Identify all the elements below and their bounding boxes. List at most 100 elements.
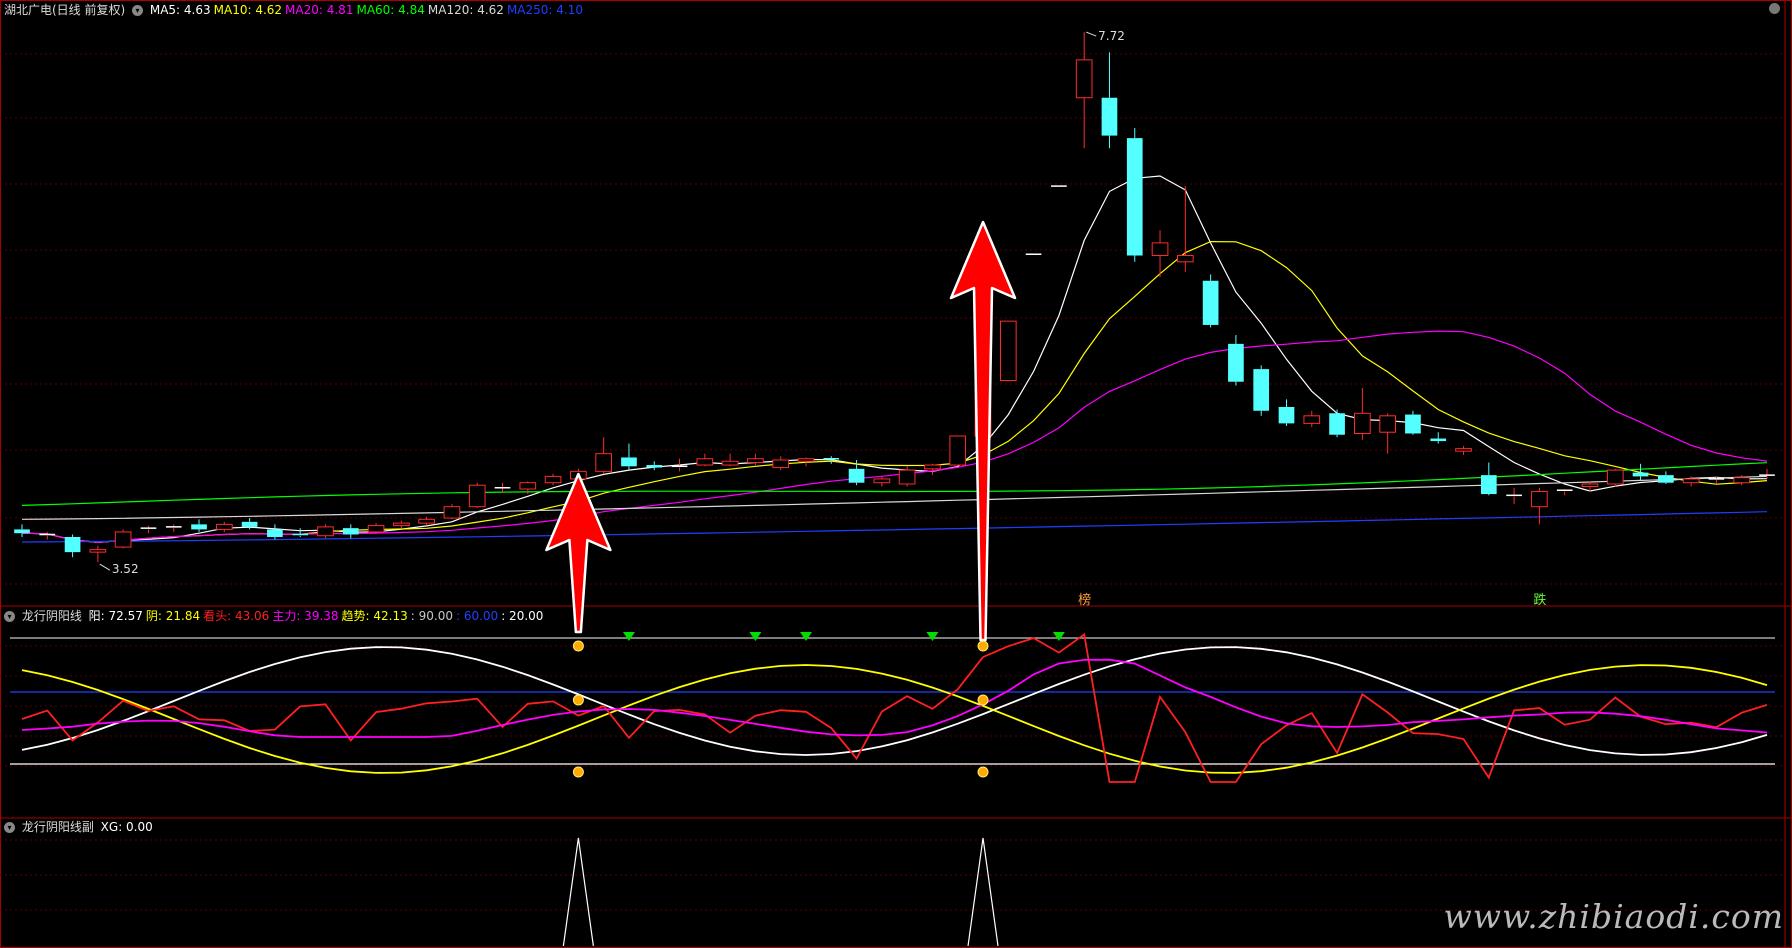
sell-triangle [926, 632, 939, 641]
candle [1151, 230, 1169, 277]
candle-body [519, 482, 537, 490]
candle-body [1075, 59, 1093, 99]
candle [999, 320, 1017, 381]
candle [873, 476, 891, 487]
candlesticks [14, 32, 1775, 563]
watermark-text: www.zhibiaodi.com [1443, 897, 1784, 936]
indicator-title: 龙行阴阳线 [21, 609, 82, 623]
candle-body [1733, 477, 1751, 484]
candle [1126, 128, 1143, 262]
candle-body [797, 458, 815, 462]
main-legend: 湖北广电(日线 前复权) ▾ MA5: 4.63 MA10: 4.62 MA20: … [4, 1, 589, 19]
candle [949, 435, 967, 466]
candle-body [1228, 343, 1244, 382]
main-title: 湖北广电(日线 前复权) [4, 3, 126, 17]
sub-toggle-icon[interactable]: ▾ [4, 822, 15, 833]
ma-legend-item-3: MA60: 4.84 [356, 3, 425, 17]
candle [140, 525, 157, 534]
main-toggle-icon[interactable]: ▾ [132, 5, 144, 16]
candle [1455, 446, 1472, 455]
ma-legend-item-4: MA120: 4.62 [427, 3, 504, 17]
candle-body [1606, 469, 1624, 485]
indicator-value-4: 趋势: 42.13 [341, 609, 408, 623]
candle [1176, 186, 1194, 272]
candle [393, 520, 410, 529]
candle [1278, 399, 1295, 426]
candle [443, 504, 461, 520]
candle-body [267, 529, 283, 537]
sub-indicator-lines [562, 837, 999, 947]
candle [1329, 409, 1345, 438]
candle [621, 443, 637, 471]
candle [1101, 52, 1118, 149]
candle-body [1581, 483, 1599, 487]
indicator-value-1: 阴: 21.84 [145, 609, 201, 623]
candle-body [1278, 406, 1295, 424]
candle-body [14, 529, 30, 534]
candle [292, 528, 309, 537]
candle-body [1405, 414, 1421, 434]
signal-dot [572, 766, 584, 778]
candle [1632, 463, 1649, 481]
low-pointer [99, 563, 111, 571]
indicator-toggle-icon[interactable]: ▾ [4, 611, 15, 622]
indicator-series-line [21, 658, 1768, 738]
candle [1228, 335, 1244, 386]
candle-body [89, 549, 107, 553]
up-arrow-icon [545, 472, 612, 634]
candle [14, 524, 30, 537]
indicator-series-line [21, 646, 1768, 756]
candle-body [848, 468, 865, 483]
indicator-value-2: 看头: 43.06 [203, 609, 270, 623]
candle-body [747, 458, 764, 464]
high-pointer [1085, 31, 1097, 37]
candle-body [367, 525, 385, 533]
candle [646, 461, 663, 471]
candle [1303, 410, 1321, 428]
indicator-series-line [21, 664, 1768, 774]
close-icon[interactable] [1769, 3, 1780, 14]
signal-dot [977, 766, 989, 778]
chart-grid [0, 0, 1792, 948]
candle-body [241, 521, 258, 527]
indicator-value-7: : 20.00 [501, 609, 544, 623]
candle [89, 545, 107, 563]
candle-body [1176, 255, 1194, 263]
candle-body [1354, 412, 1371, 434]
moving-average-lines [21, 175, 1768, 544]
candle-body [544, 475, 562, 484]
candle [1379, 413, 1396, 454]
candle [215, 521, 233, 532]
sell-triangle [799, 632, 812, 641]
candle [1405, 410, 1421, 435]
candle-body [1379, 415, 1396, 433]
signal-dot [572, 640, 584, 652]
indicator-series-line [21, 632, 1768, 783]
candle-body [949, 435, 967, 466]
candle-body [1303, 415, 1321, 424]
candle [1202, 274, 1219, 328]
candle [1556, 489, 1573, 496]
ma5-line [21, 175, 1768, 544]
candle-body [646, 465, 663, 468]
indicator-legend: ▾ 龙行阴阳线 阳: 72.57 阴: 21.84 看头: 43.06 主力: 39.… [4, 607, 549, 625]
low-price-label: 3.52 [112, 562, 139, 576]
candle [696, 453, 714, 467]
candle [721, 453, 739, 467]
candle-body [114, 531, 132, 548]
candle [1658, 471, 1674, 484]
candle-body [393, 522, 410, 527]
stock-chart[interactable]: 7.72 3.52 榜 跌 [0, 0, 1792, 948]
candle-body [317, 526, 334, 537]
sub-legend: ▾ 龙行阴阳线副 XG: 0.00 [4, 818, 159, 836]
candle [64, 534, 81, 558]
candle [342, 524, 359, 539]
high-price-label: 7.72 [1098, 29, 1125, 43]
candle [1354, 388, 1371, 440]
candle-body [1253, 369, 1270, 411]
candle-body [1151, 242, 1169, 257]
candle-body [696, 458, 714, 466]
candle [595, 437, 613, 474]
candle [1506, 487, 1522, 505]
signal-dot [977, 694, 989, 706]
